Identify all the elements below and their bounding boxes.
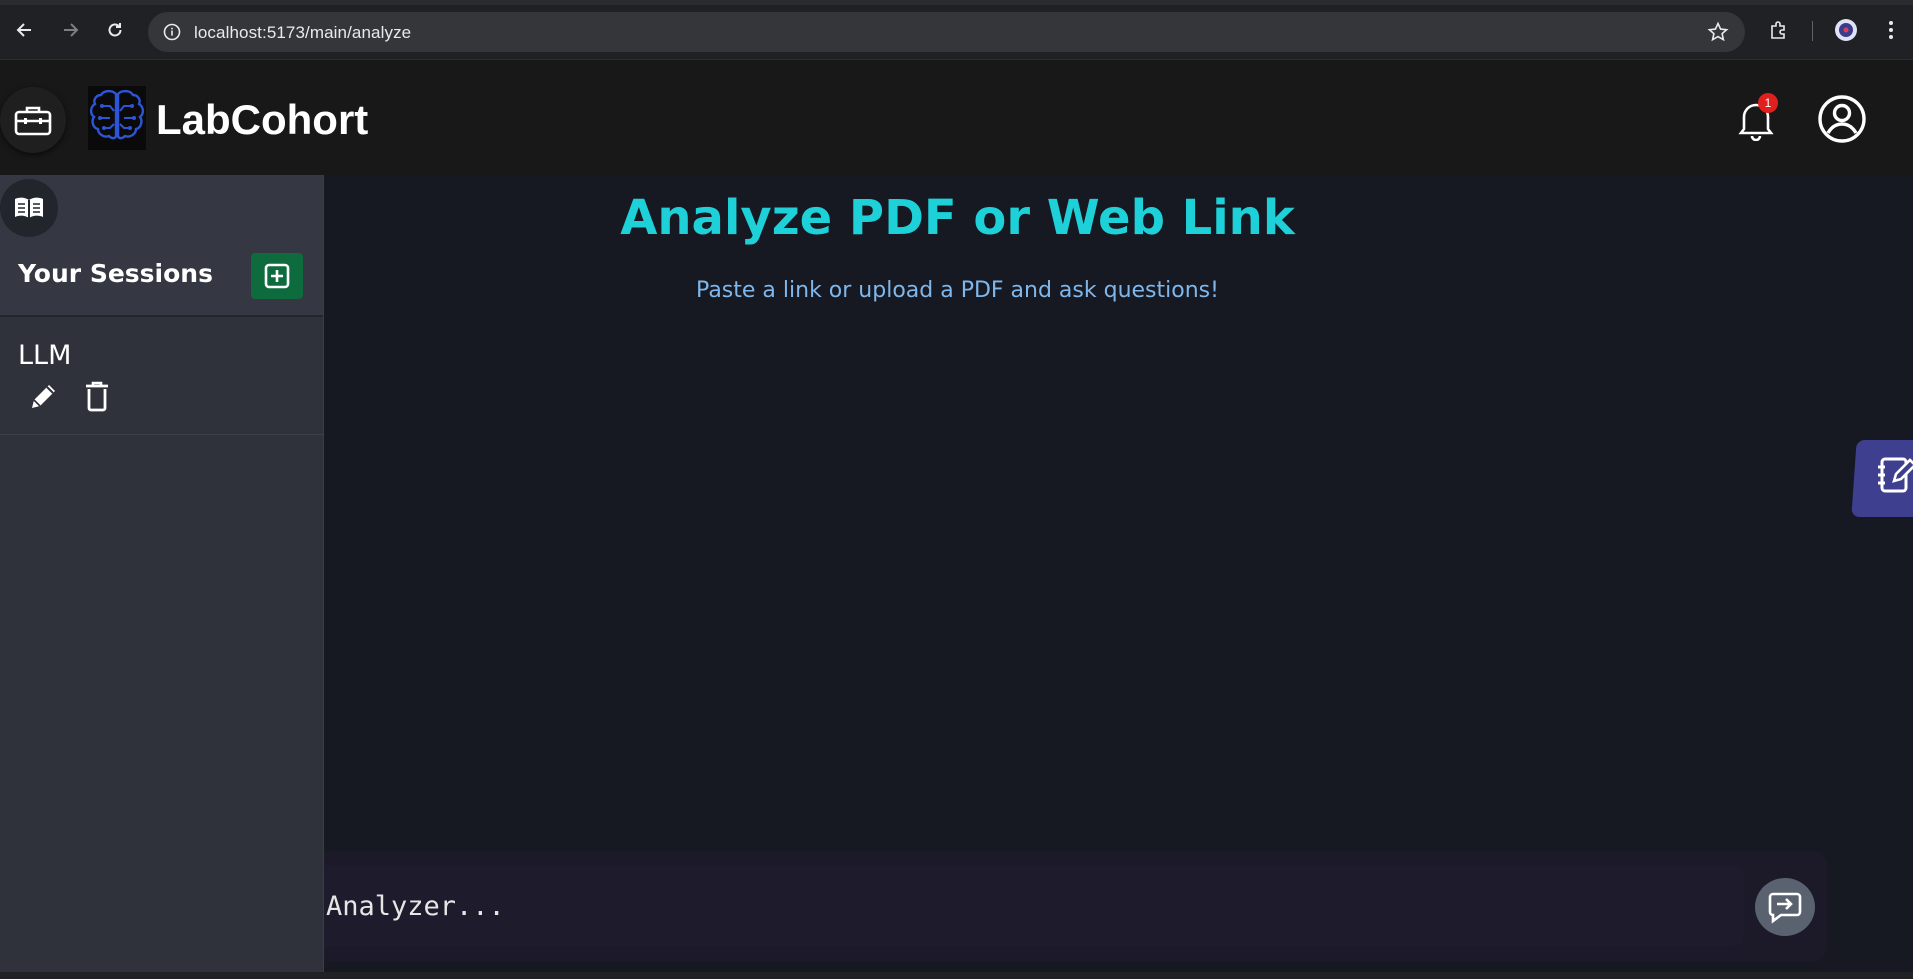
toolbox-button[interactable] xyxy=(0,87,66,153)
user-account-icon[interactable] xyxy=(1817,94,1867,144)
add-session-button[interactable] xyxy=(251,253,303,299)
site-info-icon[interactable] xyxy=(162,22,182,42)
page-subtitle: Paste a link or upload a PDF and ask que… xyxy=(696,278,1219,303)
sessions-title: Your Sessions xyxy=(18,259,213,288)
brand-name: LabCohort xyxy=(156,96,369,143)
plus-square-icon xyxy=(264,263,290,289)
send-message-icon xyxy=(1768,892,1802,924)
brain-logo-icon xyxy=(88,86,146,150)
back-icon[interactable] xyxy=(11,16,39,44)
page-title: Analyze PDF or Web Link xyxy=(620,190,1295,246)
bookmark-star-icon[interactable] xyxy=(1707,21,1729,43)
browser-menu-icon[interactable] xyxy=(1877,16,1905,44)
send-button[interactable] xyxy=(1755,878,1815,936)
edit-session-icon[interactable] xyxy=(28,380,60,412)
session-list-item[interactable] xyxy=(0,317,323,435)
address-bar[interactable]: localhost:5173/main/analyze xyxy=(148,12,1745,52)
window-bottom-edge xyxy=(0,972,1913,979)
notebook-edit-icon[interactable] xyxy=(1876,455,1913,497)
extensions-icon[interactable] xyxy=(1765,16,1793,44)
sessions-sidebar: Your Sessions xyxy=(0,175,324,972)
url-text[interactable]: localhost:5173/main/analyze xyxy=(194,23,411,43)
notification-badge: 1 xyxy=(1758,93,1778,113)
briefcase-icon xyxy=(14,106,52,136)
tab-strip xyxy=(0,0,1913,5)
analyzer-input[interactable] xyxy=(324,865,1744,947)
toggle-sidebar-button[interactable] xyxy=(0,179,58,237)
toolbar-separator xyxy=(1812,21,1813,41)
forward-icon[interactable] xyxy=(56,16,84,44)
reload-icon[interactable] xyxy=(101,16,129,44)
sidebar-header: Your Sessions xyxy=(0,175,323,315)
delete-session-icon[interactable] xyxy=(82,380,112,412)
book-icon xyxy=(15,197,43,218)
session-name[interactable]: LLM xyxy=(18,340,71,371)
profile-avatar-icon[interactable] xyxy=(1832,16,1860,44)
